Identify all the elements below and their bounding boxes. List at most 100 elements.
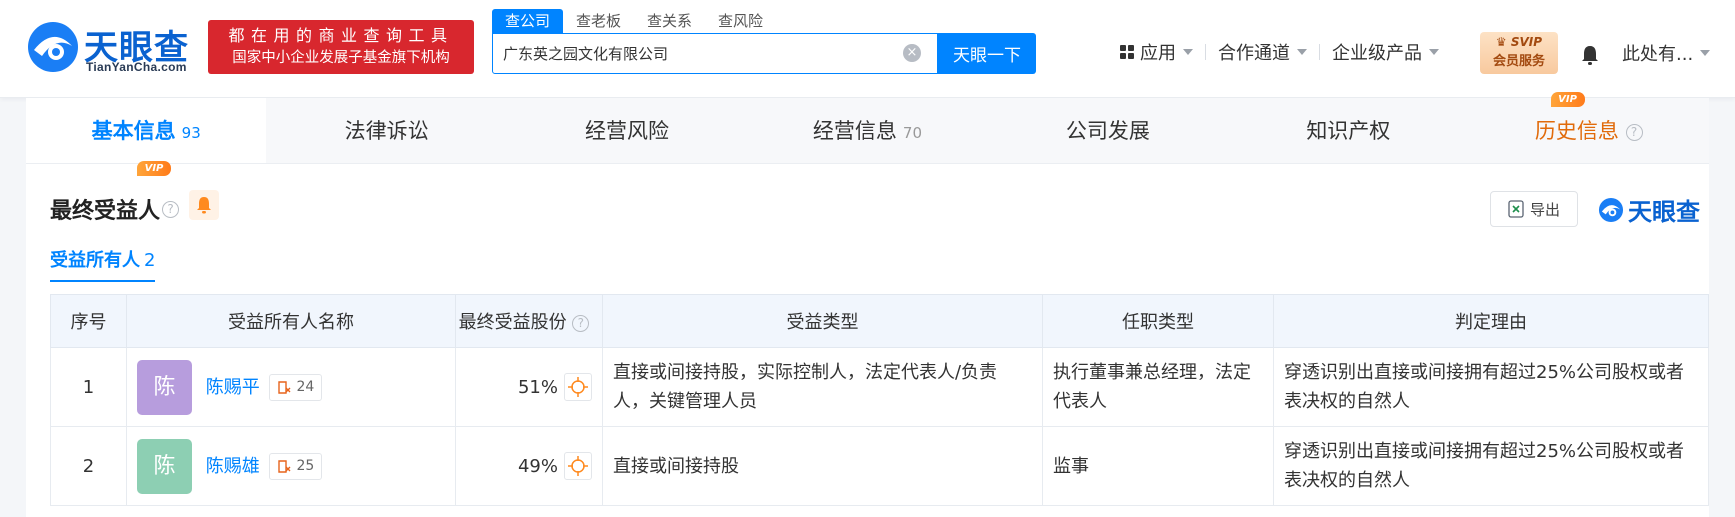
mini-logo-text: 天眼查 <box>1628 198 1700 226</box>
col-index: 序号 <box>50 294 127 348</box>
nav-apps[interactable]: 应用 <box>1120 40 1193 64</box>
position-cell: 监事 <box>1042 426 1274 506</box>
nav-apps-label: 应用 <box>1140 43 1176 64</box>
bell-icon[interactable] <box>1580 44 1600 66</box>
vip-badge: VIP <box>1550 92 1585 107</box>
col-position-type: 任职类型 <box>1042 294 1274 348</box>
equity-penetration-button[interactable] <box>564 452 592 480</box>
help-icon[interactable]: ? <box>162 200 180 218</box>
eye-logo-icon <box>1598 197 1624 222</box>
logo-domain: TianYanCha.com <box>86 60 187 74</box>
col-owner-name: 受益所有人名称 <box>126 294 456 348</box>
col-reason: 判定理由 <box>1273 294 1709 348</box>
tab-label: 公司发展 <box>1065 119 1150 143</box>
person-companies-icon <box>278 380 291 394</box>
user-menu[interactable]: 此处有... <box>1622 40 1711 66</box>
nav-enterprise[interactable]: 企业级产品 <box>1332 40 1439 64</box>
related-count: 25 <box>296 457 315 474</box>
table-row: 2 陈 陈赐雄 25 49% 直接或间接持股 监事 穿透识别出直接或间接拥有超过… <box>50 426 1709 506</box>
tab-company-development[interactable]: 公司发展 <box>988 98 1228 163</box>
table-row: 1 陈 陈赐平 24 51% 直接或间接持股，实际控制人，法定代表人/负责人，关… <box>50 347 1709 427</box>
export-button[interactable]: 导出 <box>1490 191 1578 227</box>
subtab-label: 受益所有人 <box>50 250 140 271</box>
row-index: 2 <box>50 426 127 506</box>
equity-penetration-button[interactable] <box>564 373 592 401</box>
share-cell: 51% <box>455 347 603 427</box>
reason-cell: 穿透识别出直接或间接拥有超过25%公司股权或者表决权的自然人 <box>1273 426 1709 506</box>
avatar[interactable]: 陈 <box>137 438 192 494</box>
tab-label: 法律诉讼 <box>344 119 429 143</box>
search-button[interactable]: 天眼一下 <box>938 33 1036 74</box>
excel-icon <box>1508 200 1524 218</box>
clear-icon[interactable]: × <box>903 44 921 62</box>
tab-history-info[interactable]: 历史信息 ? VIP <box>1469 92 1709 163</box>
caret-down-icon <box>1700 50 1711 56</box>
svip-text: SVIP <box>1510 35 1543 49</box>
search-input[interactable] <box>503 34 893 72</box>
col-final-share: 最终受益股份 ? <box>455 294 603 348</box>
nav-divider <box>1319 44 1320 60</box>
caret-down-icon <box>1297 49 1307 55</box>
tab-intellectual-property[interactable]: 知识产权 <box>1228 98 1468 163</box>
search-box: × <box>492 33 938 74</box>
position-cell: 执行董事兼总经理，法定代表人 <box>1042 347 1274 427</box>
section-title-text: 最终受益人 <box>50 199 161 224</box>
svip-member-button[interactable]: ♛ SVIP 会员服务 <box>1480 32 1558 74</box>
owner-name-link[interactable]: 陈赐雄 <box>206 456 260 477</box>
section-title: 最终受益人 ? <box>50 193 180 225</box>
search-tab-risk[interactable]: 查风险 <box>705 9 776 33</box>
tab-label: 知识产权 <box>1306 119 1391 143</box>
tab-operation-risk[interactable]: 经营风险 <box>507 98 747 163</box>
benefit-type-cell: 直接或间接持股 <box>602 426 1043 506</box>
help-icon[interactable]: ? <box>1625 123 1643 141</box>
member-service-label: 会员服务 <box>1492 54 1545 69</box>
monitor-alert-button[interactable] <box>189 190 219 220</box>
nav-partner-label: 合作通道 <box>1218 43 1290 64</box>
slogan-line-1: 都在用的商业查询工具 <box>228 26 454 45</box>
owner-name-link[interactable]: 陈赐平 <box>206 377 260 398</box>
tab-count: 70 <box>902 124 923 142</box>
company-detail-card: 基本信息 93 法律诉讼 经营风险 经营信息 70 公司发展 知识产权 历史信息 ?… <box>26 92 1709 517</box>
owner-cell: 陈 陈赐平 24 <box>126 347 456 427</box>
help-icon[interactable]: ? <box>572 314 590 332</box>
nav-partner[interactable]: 合作通道 <box>1218 40 1307 64</box>
eye-logo-icon <box>28 22 78 72</box>
search-tab-boss[interactable]: 查老板 <box>563 9 634 33</box>
table-header-row: 序号 受益所有人名称 最终受益股份 ? 受益类型 任职类型 判定理由 <box>50 294 1709 348</box>
share-cell: 49% <box>455 426 603 506</box>
target-icon <box>568 377 588 397</box>
detail-tabs: 基本信息 93 法律诉讼 经营风险 经营信息 70 公司发展 知识产权 历史信息 ?… <box>26 92 1709 164</box>
target-icon <box>568 456 588 476</box>
svip-label: ♛ SVIP <box>1495 35 1543 49</box>
tab-operation-info[interactable]: 经营信息 70 <box>747 98 987 163</box>
slogan-line-2: 国家中小企业发展子基金旗下机构 <box>232 50 450 66</box>
share-value: 51% <box>517 376 558 398</box>
owner-cell: 陈 陈赐雄 25 <box>126 426 456 506</box>
caret-down-icon <box>1183 49 1193 55</box>
beneficial-owner-table: 序号 受益所有人名称 最终受益股份 ? 受益类型 任职类型 判定理由 1 陈 陈… <box>50 294 1709 506</box>
related-companies-badge[interactable]: 24 <box>269 373 323 401</box>
tab-basic-info[interactable]: 基本信息 93 <box>26 98 267 163</box>
top-nav: 应用 合作通道 企业级产品 <box>1120 40 1439 64</box>
subtab-beneficial-owners[interactable]: 受益所有人 2 <box>50 246 156 282</box>
col-final-share-label: 最终受益股份 <box>458 312 567 333</box>
bell-icon <box>197 197 211 214</box>
benefit-type-cell: 直接或间接持股，实际控制人，法定代表人/负责人，关键管理人员 <box>602 347 1043 427</box>
top-header: 天眼查 TianYanCha.com 都在用的商业查询工具 国家中小企业发展子基… <box>0 0 1735 98</box>
col-benefit-type: 受益类型 <box>602 294 1043 348</box>
avatar[interactable]: 陈 <box>137 359 192 415</box>
vip-badge: VIP <box>137 161 171 176</box>
tab-label: 经营风险 <box>585 119 670 143</box>
subtab-count: 2 <box>144 250 156 271</box>
tab-litigation[interactable]: 法律诉讼 <box>266 98 506 163</box>
related-companies-badge[interactable]: 25 <box>269 452 323 480</box>
apps-grid-icon <box>1120 45 1134 59</box>
search-tab-company[interactable]: 查公司 <box>492 9 564 33</box>
search-tab-relation[interactable]: 查关系 <box>634 9 705 33</box>
reason-cell: 穿透识别出直接或间接拥有超过25%公司股权或者表决权的自然人 <box>1273 347 1709 427</box>
tab-label: 历史信息 <box>1534 119 1619 143</box>
row-index: 1 <box>50 347 127 427</box>
person-companies-icon <box>278 459 291 473</box>
related-count: 24 <box>296 378 315 395</box>
tianyancha-logo[interactable]: 天眼查 TianYanCha.com <box>26 18 201 76</box>
